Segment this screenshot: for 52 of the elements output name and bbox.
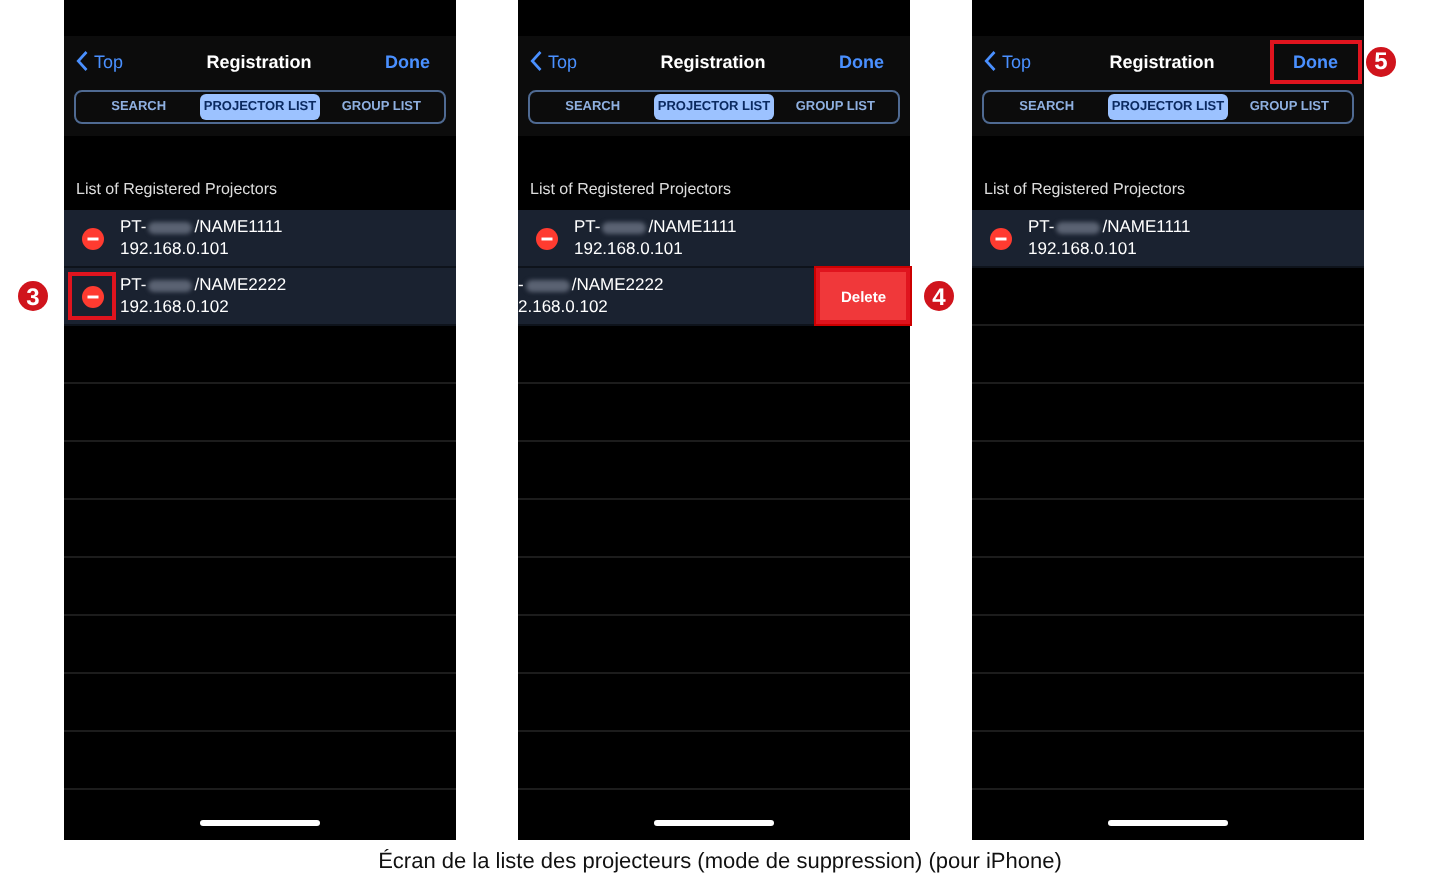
back-chevron-icon bbox=[530, 50, 542, 72]
projector-model-prefix: - bbox=[518, 274, 524, 296]
ip-address: 192.168.0.102 bbox=[120, 296, 231, 318]
ip-address: 192.168.0.101 bbox=[1028, 238, 1139, 260]
callout-number: 4 bbox=[924, 281, 954, 311]
projector-row[interactable]: PT- /NAME1111 192.168.0.101 bbox=[518, 210, 910, 268]
projector-row[interactable]: PT- /NAME1111 192.168.0.101 bbox=[972, 210, 1364, 268]
delete-minus-icon[interactable] bbox=[535, 227, 557, 249]
callout-number: 5 bbox=[1366, 46, 1396, 76]
projector-model-prefix: PT- bbox=[574, 216, 601, 238]
ip-address: 2.168.0.102 bbox=[518, 296, 610, 318]
projector-row[interactable]: PT- /NAME1111 192.168.0.101 bbox=[64, 210, 456, 268]
projector-model-prefix: PT- bbox=[120, 274, 147, 296]
delete-minus-icon[interactable] bbox=[81, 227, 103, 249]
back-label: Top bbox=[94, 51, 124, 71]
back-button[interactable]: Top bbox=[530, 50, 578, 72]
projector-name: /NAME1111 bbox=[1102, 216, 1191, 238]
section-header: List of Registered Projectors bbox=[528, 178, 733, 202]
home-indicator bbox=[200, 820, 320, 826]
back-label: Top bbox=[1002, 51, 1032, 71]
done-button[interactable]: Done bbox=[1269, 39, 1362, 83]
back-chevron-icon bbox=[76, 50, 88, 72]
home-indicator bbox=[654, 820, 774, 826]
done-button[interactable]: Done bbox=[371, 39, 444, 83]
redaction-mark bbox=[525, 279, 570, 291]
done-button[interactable]: Done bbox=[825, 39, 898, 83]
section-header: List of Registered Projectors bbox=[982, 178, 1187, 202]
back-button[interactable]: Top bbox=[984, 50, 1032, 72]
projector-name: /NAME2222 bbox=[194, 274, 287, 296]
ip-address: 192.168.0.101 bbox=[120, 238, 231, 260]
redaction-mark bbox=[602, 221, 647, 233]
screen-title: Registration bbox=[660, 51, 766, 71]
callout-number: 3 bbox=[18, 281, 48, 311]
delete-minus-icon[interactable] bbox=[81, 285, 103, 307]
home-indicator bbox=[1108, 820, 1228, 826]
ip-address: 192.168.0.101 bbox=[574, 238, 685, 260]
projector-name: /NAME2222 bbox=[571, 274, 664, 296]
redaction-mark bbox=[1056, 221, 1101, 233]
back-button[interactable]: Top bbox=[76, 50, 124, 72]
delete-minus-icon[interactable] bbox=[989, 227, 1011, 249]
projector-model-prefix: PT- bbox=[1028, 216, 1055, 238]
screen-title: Registration bbox=[1109, 51, 1215, 71]
redaction-mark bbox=[148, 221, 193, 233]
redaction-mark bbox=[148, 279, 193, 291]
back-label: Top bbox=[548, 51, 578, 71]
projector-name: /NAME1111 bbox=[194, 216, 283, 238]
screen-title: Registration bbox=[206, 51, 312, 71]
figure-caption: Écran de la liste des projecteurs (mode de suppression) (pour iPhone) bbox=[378, 850, 1062, 874]
section-header: List of Registered Projectors bbox=[74, 178, 279, 202]
projector-name: /NAME1111 bbox=[648, 216, 737, 238]
projector-model-prefix: PT- bbox=[120, 216, 147, 238]
back-chevron-icon bbox=[984, 50, 996, 72]
